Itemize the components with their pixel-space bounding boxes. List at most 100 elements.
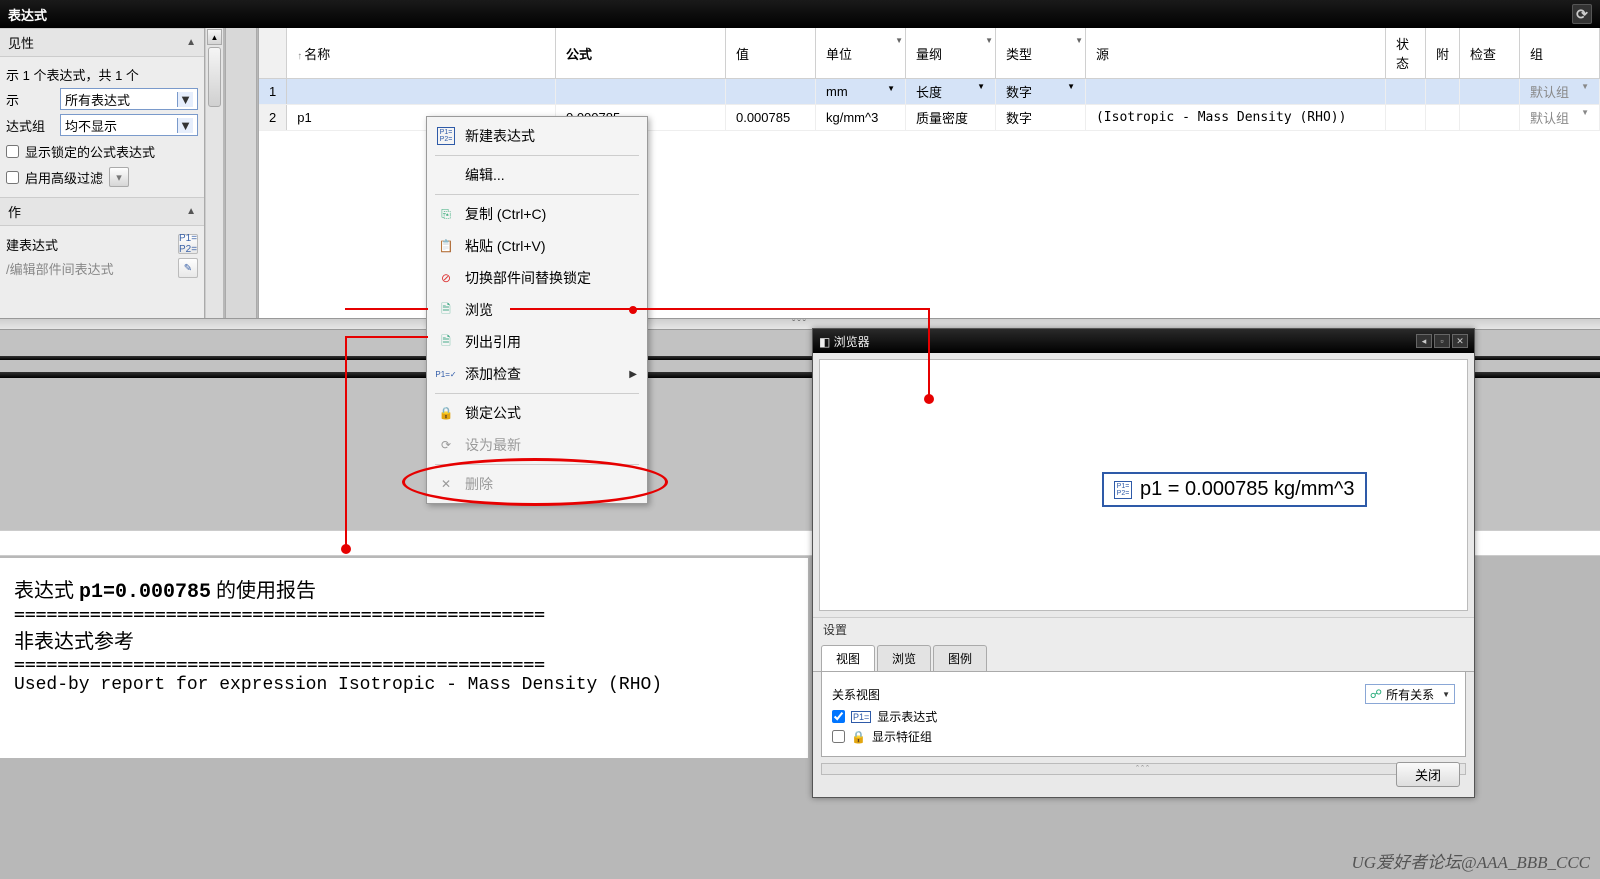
show-locked-checkbox[interactable] bbox=[6, 145, 19, 158]
close-icon: ✕ bbox=[437, 475, 455, 493]
edit-part-expr-icon[interactable]: ✎ bbox=[178, 258, 198, 278]
cell-status[interactable] bbox=[1385, 79, 1425, 105]
tab-browse[interactable]: 浏览 bbox=[877, 645, 931, 671]
scroll-thumb[interactable] bbox=[208, 47, 221, 107]
show-label: 示 bbox=[6, 90, 54, 109]
adv-filter-checkbox[interactable] bbox=[6, 171, 19, 184]
cell-att[interactable] bbox=[1425, 105, 1459, 131]
col-status[interactable]: 状态 bbox=[1385, 28, 1425, 79]
cell-check[interactable] bbox=[1460, 105, 1520, 131]
table-row[interactable]: 1 mm ▼ 长度 ▼ 数字 ▼ 默认组 ▼ bbox=[259, 79, 1600, 105]
chevron-down-icon: ▼ bbox=[177, 92, 193, 107]
adv-filter-label: 启用高级过滤 bbox=[25, 168, 103, 187]
cell-unit[interactable]: kg/mm^3 bbox=[815, 105, 905, 131]
maximize-button[interactable]: ▫ bbox=[1434, 334, 1450, 348]
expression-node[interactable]: P1=P2= p1 = 0.000785 kg/mm^3 bbox=[1102, 472, 1367, 507]
new-expr-label: 建表达式 bbox=[6, 235, 58, 254]
pane-splitter-vertical[interactable] bbox=[225, 28, 257, 318]
close-button[interactable]: ✕ bbox=[1452, 334, 1468, 348]
menu-new-expression[interactable]: P1=P2=新建表达式 bbox=[429, 120, 645, 152]
col-value[interactable]: 值 bbox=[725, 28, 815, 79]
cell-group[interactable]: 默认组 ▼ bbox=[1520, 105, 1600, 131]
actions-group-label: 作 bbox=[8, 202, 21, 221]
report-separator: ========================================… bbox=[14, 604, 794, 625]
menu-copy[interactable]: ⎘复制 (Ctrl+C) bbox=[429, 198, 645, 230]
filter-icon[interactable]: ▾ bbox=[109, 167, 129, 187]
scroll-up-button[interactable]: ▲ bbox=[207, 29, 222, 45]
expression-node-label: p1 = 0.000785 kg/mm^3 bbox=[1140, 478, 1355, 501]
col-check[interactable]: 检查 bbox=[1460, 28, 1520, 79]
show-combo[interactable]: 所有表达式 ▼ bbox=[60, 88, 198, 110]
exprgroup-combo[interactable]: 均不显示▼ bbox=[60, 114, 198, 136]
relation-filter-combo[interactable]: ☍所有关系▼ bbox=[1365, 684, 1455, 704]
report-title: 表达式 p1=0.000785 的使用报告 bbox=[14, 574, 794, 604]
edit-part-expr-label: /编辑部件间表达式 bbox=[6, 259, 114, 278]
menu-set-newest: ⟳设为最新 bbox=[429, 429, 645, 461]
visibility-panel: 见性 ▲ 示 1 个表达式，共 1 个 示 所有表达式▼ 达式组 均不显示▼ 显… bbox=[0, 28, 205, 318]
grid-header-row: ↑名称 公式 值 单位▼ 量纲▼ 类型▼ 源 状态 附 检查 组 bbox=[259, 28, 1600, 79]
cell-unit[interactable]: mm ▼ bbox=[815, 79, 905, 105]
visibility-group-header[interactable]: 见性 ▲ bbox=[0, 28, 204, 57]
chevron-down-icon: ▼ bbox=[1442, 690, 1450, 699]
actions-group-header[interactable]: 作 ▲ bbox=[0, 197, 204, 226]
cell-dim[interactable]: 质量密度 bbox=[905, 105, 995, 131]
menu-list-refs[interactable]: 🗎列出引用 bbox=[429, 326, 645, 358]
cell-check[interactable] bbox=[1460, 79, 1520, 105]
cell-source[interactable]: (Isotropic - Mass Density (RHO)) bbox=[1085, 105, 1385, 131]
cell-type[interactable]: 数字 ▼ bbox=[995, 79, 1085, 105]
relation-view-label: 关系视图 bbox=[832, 686, 880, 703]
browser-canvas[interactable]: P1=P2= p1 = 0.000785 kg/mm^3 bbox=[819, 359, 1468, 611]
refresh-icon: ⟳ bbox=[437, 436, 455, 454]
menu-browse[interactable]: 🗎浏览 bbox=[429, 294, 645, 326]
cell-att[interactable] bbox=[1425, 79, 1459, 105]
chevron-up-icon: ▲ bbox=[186, 206, 196, 217]
close-dialog-button[interactable]: 关闭 bbox=[1396, 762, 1460, 787]
cell-status[interactable] bbox=[1385, 105, 1425, 131]
col-group[interactable]: 组 bbox=[1520, 28, 1600, 79]
row-num: 2 bbox=[259, 105, 287, 131]
exprgroup-label: 达式组 bbox=[6, 116, 54, 135]
col-dim[interactable]: 量纲▼ bbox=[905, 28, 995, 79]
tab-legend[interactable]: 图例 bbox=[933, 645, 987, 671]
chevron-up-icon: ▲ bbox=[186, 37, 196, 48]
lock-icon: 🔒 bbox=[437, 404, 455, 422]
cell-name[interactable] bbox=[287, 79, 556, 105]
show-featgroup-checkbox[interactable] bbox=[832, 730, 845, 743]
col-unit[interactable]: 单位▼ bbox=[815, 28, 905, 79]
show-combo-value: 所有表达式 bbox=[65, 90, 130, 109]
new-expr-icon[interactable]: P1=P2= bbox=[178, 234, 198, 254]
cell-source[interactable] bbox=[1085, 79, 1385, 105]
col-name[interactable]: ↑名称 bbox=[287, 28, 556, 79]
menu-add-check[interactable]: P1=✓添加检查▶ bbox=[429, 358, 645, 390]
col-source[interactable]: 源 bbox=[1085, 28, 1385, 79]
pin-button[interactable]: ◂ bbox=[1416, 334, 1432, 348]
cell-group[interactable]: 默认组 ▼ bbox=[1520, 79, 1600, 105]
browser-titlebar[interactable]: ◧ 浏览器 ◂▫✕ bbox=[813, 329, 1474, 353]
left-scrollbar[interactable]: ▲ bbox=[205, 28, 223, 318]
cell-value[interactable] bbox=[725, 79, 815, 105]
browser-window: ◧ 浏览器 ◂▫✕ P1=P2= p1 = 0.000785 kg/mm^3 设… bbox=[812, 328, 1475, 798]
col-attachment[interactable]: 附 bbox=[1425, 28, 1459, 79]
col-type[interactable]: 类型▼ bbox=[995, 28, 1085, 79]
blank-icon bbox=[437, 166, 455, 184]
menu-lock-formula[interactable]: 🔒锁定公式 bbox=[429, 397, 645, 429]
collapse-grip[interactable]: ˆˆˆ bbox=[821, 763, 1466, 775]
menu-toggle-lock[interactable]: ⊘切换部件间替换锁定 bbox=[429, 262, 645, 294]
menu-edit[interactable]: 编辑... bbox=[429, 159, 645, 191]
settings-header: 设置 bbox=[813, 617, 1474, 641]
cell-value[interactable]: 0.000785 bbox=[725, 105, 815, 131]
tab-view[interactable]: 视图 bbox=[821, 645, 875, 671]
expression-icon: P1= bbox=[851, 711, 871, 723]
lock-icon: 🔒 bbox=[851, 730, 866, 744]
cell-dim[interactable]: 长度 ▼ bbox=[905, 79, 995, 105]
new-expression-icon: P1=P2= bbox=[437, 127, 455, 145]
settings-icon[interactable]: ⟳ bbox=[1572, 4, 1592, 24]
col-formula[interactable]: 公式 bbox=[555, 28, 725, 79]
cell-type[interactable]: 数字 bbox=[995, 105, 1085, 131]
browser-tabs: 视图 浏览 图例 bbox=[813, 641, 1474, 672]
show-expr-checkbox[interactable] bbox=[832, 710, 845, 723]
menu-paste[interactable]: 📋粘贴 (Ctrl+V) bbox=[429, 230, 645, 262]
show-featgroup-label: 显示特征组 bbox=[872, 728, 932, 745]
cell-formula[interactable] bbox=[555, 79, 725, 105]
usage-report: 表达式 p1=0.000785 的使用报告 ==================… bbox=[0, 558, 808, 758]
